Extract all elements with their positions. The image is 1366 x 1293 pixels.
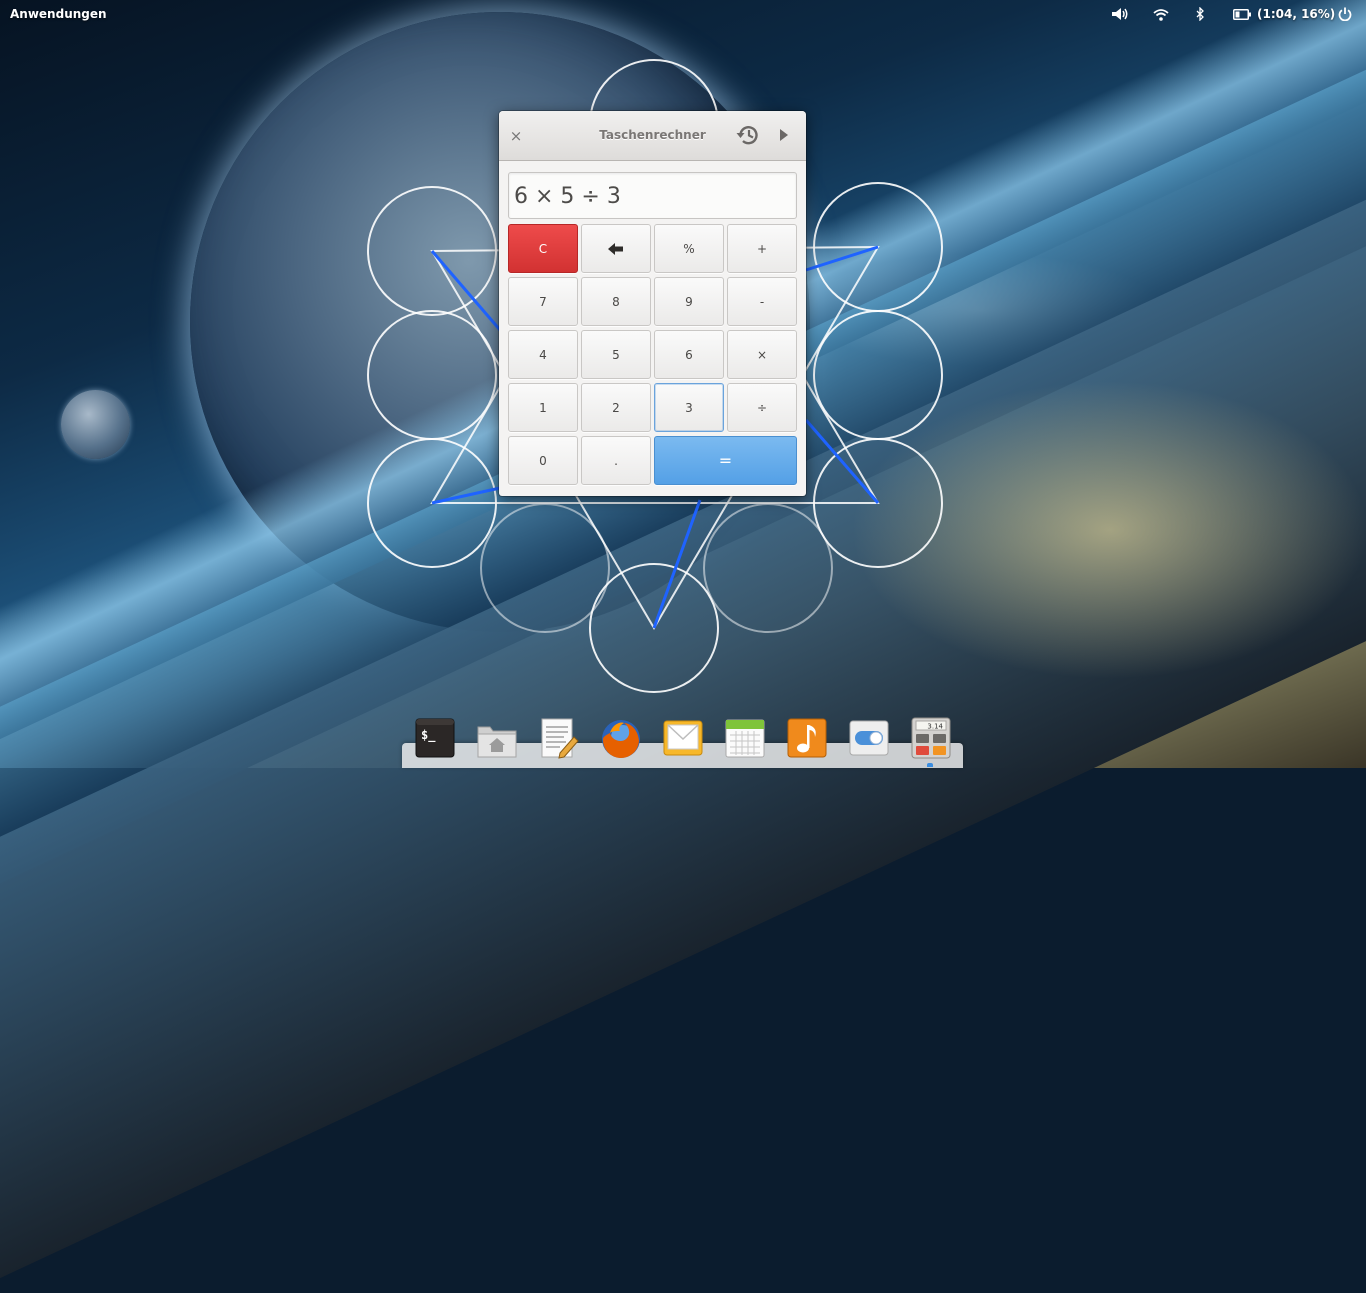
digit-4-button[interactable]: 4 — [508, 330, 578, 379]
svg-text:3.14: 3.14 — [927, 723, 943, 731]
power-icon[interactable] — [1338, 6, 1352, 22]
percent-button[interactable]: % — [654, 224, 724, 273]
add-button[interactable]: + — [727, 224, 797, 273]
battery-icon[interactable] — [1233, 6, 1251, 22]
dock-system-settings[interactable] — [848, 717, 890, 759]
volume-icon[interactable] — [1111, 6, 1130, 22]
bluetooth-icon[interactable] — [1196, 6, 1205, 22]
dock-files[interactable] — [476, 717, 518, 759]
subtract-button[interactable]: - — [727, 277, 797, 326]
wifi-icon[interactable] — [1153, 6, 1169, 22]
dock-calendar[interactable] — [724, 717, 766, 759]
dock-firefox[interactable] — [600, 717, 642, 759]
digit-5-button[interactable]: 5 — [581, 330, 651, 379]
firefox-icon — [602, 720, 640, 759]
calendar-icon — [725, 719, 765, 758]
digit-8-button[interactable]: 8 — [581, 277, 651, 326]
svg-text:$_: $_ — [421, 728, 436, 743]
calculation-display[interactable]: 6 × 5 ÷ 3 — [508, 172, 797, 219]
dock-music[interactable] — [786, 717, 828, 759]
music-icon — [787, 718, 827, 758]
backspace-arrow-icon — [608, 242, 623, 255]
divide-button[interactable]: ÷ — [727, 383, 797, 432]
backspace-button[interactable] — [581, 224, 651, 273]
calculator-window: × Taschenrechner 6 × 5 ÷ 3 C % + 7 8 9 -… — [499, 111, 806, 496]
dock-mail[interactable] — [662, 717, 704, 759]
history-button[interactable] — [735, 122, 761, 148]
dock-text-editor[interactable] — [538, 717, 580, 759]
dock-calculator[interactable]: 3.14 — [910, 717, 952, 759]
applications-menu-button[interactable]: Anwendungen — [10, 7, 107, 21]
clear-button[interactable]: C — [508, 224, 578, 273]
dock-active-indicator — [927, 763, 933, 767]
digit-3-button[interactable]: 3 — [654, 383, 724, 432]
multiply-button[interactable]: × — [727, 330, 797, 379]
chevron-right-icon — [780, 129, 788, 141]
digit-0-button[interactable]: 0 — [508, 436, 578, 485]
dock-terminal[interactable]: $_ — [414, 717, 456, 759]
decimal-point-button[interactable]: . — [581, 436, 651, 485]
home-folder-icon — [477, 726, 517, 758]
digit-9-button[interactable]: 9 — [654, 277, 724, 326]
text-editor-icon — [541, 718, 579, 759]
digit-1-button[interactable]: 1 — [508, 383, 578, 432]
terminal-icon: $_ — [415, 718, 455, 758]
top-panel: Anwendungen (1:04, 16%) — [0, 0, 1366, 28]
digit-7-button[interactable]: 7 — [508, 277, 578, 326]
digit-2-button[interactable]: 2 — [581, 383, 651, 432]
mail-icon — [663, 720, 703, 756]
calculator-icon: 3.14 — [911, 717, 951, 759]
history-icon — [736, 126, 758, 145]
settings-toggle-icon — [849, 720, 889, 756]
battery-status-label[interactable]: (1:04, 16%) — [1257, 7, 1335, 21]
digit-6-button[interactable]: 6 — [654, 330, 724, 379]
expand-advanced-button[interactable] — [778, 127, 790, 143]
window-titlebar[interactable]: × Taschenrechner — [499, 111, 806, 161]
equals-button[interactable]: = — [654, 436, 797, 485]
